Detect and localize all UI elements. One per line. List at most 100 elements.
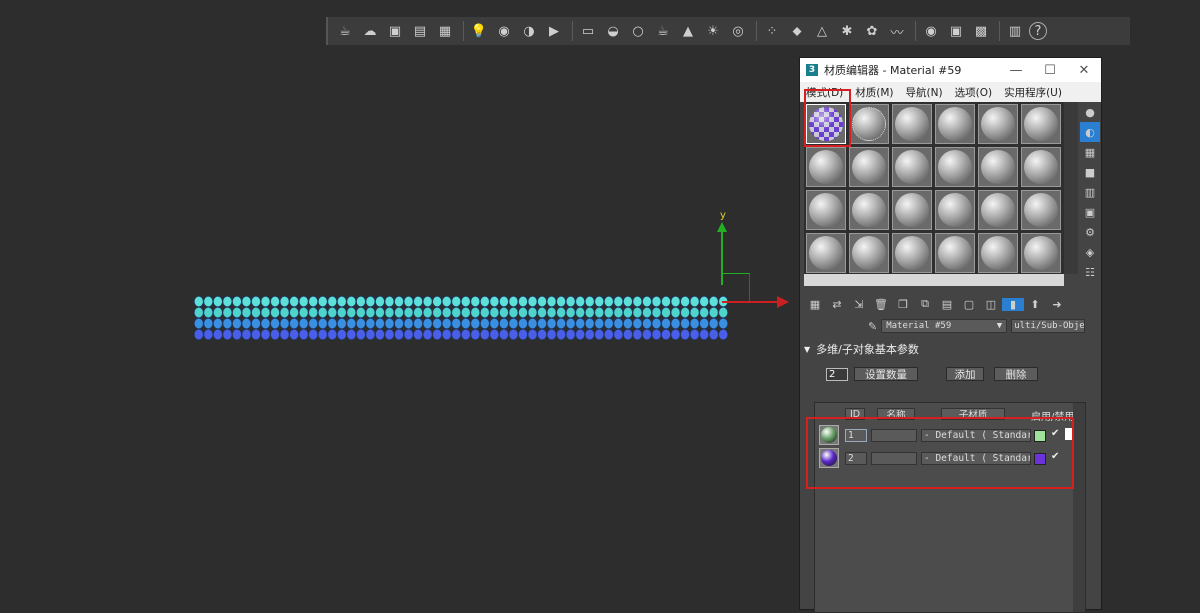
bead xyxy=(194,317,204,329)
geometry-icon[interactable]: △ xyxy=(811,20,833,42)
sample-slot[interactable] xyxy=(1021,233,1061,273)
sample-slot[interactable] xyxy=(935,233,975,273)
gear-icon[interactable]: ✱ xyxy=(836,20,858,42)
eyedropper-icon[interactable]: ✎ xyxy=(868,320,877,333)
menu-utilities[interactable]: 实用程序(U) xyxy=(998,85,1068,100)
slots-vertical-scrollbar[interactable] xyxy=(1064,102,1078,274)
reset-map-icon[interactable]: 🗑 xyxy=(870,298,892,311)
sample-uv-icon[interactable]: ■ xyxy=(1080,162,1100,182)
sample-slot[interactable] xyxy=(892,104,932,144)
make-unique-icon[interactable]: ⧉ xyxy=(914,297,936,311)
list-scrollbar[interactable] xyxy=(1073,403,1085,612)
box-icon[interactable]: ▭ xyxy=(577,20,599,42)
assign-to-selection-icon[interactable]: ⇲ xyxy=(848,298,870,311)
sample-slot[interactable] xyxy=(849,233,889,273)
particles-icon[interactable]: ⁘ xyxy=(761,20,783,42)
help-icon[interactable]: ? xyxy=(1029,22,1047,40)
bead xyxy=(470,296,481,307)
video-icon[interactable]: ▶ xyxy=(543,20,565,42)
sample-slot[interactable] xyxy=(892,147,932,187)
sample-slot[interactable] xyxy=(849,147,889,187)
sample-slot[interactable] xyxy=(935,147,975,187)
menu-navigation[interactable]: 导航(N) xyxy=(900,85,949,100)
copy-material-icon[interactable]: ❐ xyxy=(892,298,914,311)
utility-icon[interactable]: ▥ xyxy=(1004,20,1026,42)
set-number-button[interactable]: 设置数量 xyxy=(854,367,918,381)
torus-icon[interactable]: ◎ xyxy=(727,20,749,42)
bead-array-object[interactable] xyxy=(194,296,728,340)
put-to-scene-icon[interactable]: ⇄ xyxy=(826,298,848,311)
dome-icon[interactable]: ◒ xyxy=(602,20,624,42)
sample-slot[interactable] xyxy=(849,104,889,144)
sample-slot[interactable] xyxy=(892,190,932,230)
sample-slot[interactable] xyxy=(1021,190,1061,230)
camera-icon[interactable]: ◉ xyxy=(493,20,515,42)
sample-slot[interactable] xyxy=(978,147,1018,187)
menu-options[interactable]: 选项(O) xyxy=(949,85,998,100)
dynamics-icon[interactable]: ⬥ xyxy=(786,20,808,42)
sample-slot[interactable] xyxy=(978,233,1018,273)
minimize-button[interactable]: — xyxy=(999,63,1033,78)
sample-slot[interactable] xyxy=(978,104,1018,144)
transform-gizmo-x-axis[interactable] xyxy=(722,301,777,303)
bead xyxy=(279,328,290,340)
background-checker-icon[interactable]: ▦ xyxy=(1080,142,1100,162)
sample-slot[interactable] xyxy=(935,104,975,144)
material-id-channel-icon[interactable]: ▢ xyxy=(958,298,980,311)
sample-slot[interactable] xyxy=(806,190,846,230)
backlight-icon[interactable]: ◐ xyxy=(1080,122,1100,142)
close-button[interactable]: ✕ xyxy=(1067,63,1101,78)
menu-material[interactable]: 材质(M) xyxy=(849,85,899,100)
sample-slot[interactable] xyxy=(1021,104,1061,144)
sample-slot[interactable] xyxy=(849,190,889,230)
add-button[interactable]: 添加 xyxy=(946,367,984,381)
sample-slot[interactable] xyxy=(935,190,975,230)
rollout-collapse-icon: ▼ xyxy=(804,344,811,354)
go-to-parent-icon[interactable]: ⬆ xyxy=(1024,298,1046,311)
bead xyxy=(298,296,309,307)
display-icon[interactable]: ▩ xyxy=(970,20,992,42)
sample-slot[interactable] xyxy=(892,233,932,273)
put-to-library-icon[interactable]: ▤ xyxy=(936,298,958,311)
get-material-icon[interactable]: ▦ xyxy=(804,298,826,311)
show-shaded-icon[interactable]: ◫ xyxy=(980,298,1002,311)
transform-gizmo-y-axis[interactable] xyxy=(721,225,723,285)
render-frame-icon[interactable]: ▣ xyxy=(384,20,406,42)
sun-icon[interactable]: ☀ xyxy=(702,20,724,42)
sample-slot[interactable] xyxy=(978,190,1018,230)
teapot-icon[interactable]: ☕ xyxy=(334,20,356,42)
light-icon[interactable]: 💡 xyxy=(468,20,490,42)
make-preview-icon[interactable]: ▣ xyxy=(1080,202,1100,222)
material-map-navigator-icon[interactable]: ☷ xyxy=(1080,262,1100,282)
slots-horizontal-scrollbar[interactable] xyxy=(804,274,1064,286)
material-type-button[interactable]: ulti/Sub-Object xyxy=(1011,319,1086,333)
cone-icon[interactable]: ▲ xyxy=(677,20,699,42)
rollout-header[interactable]: ▼ 多维/子对象基本参数 xyxy=(804,340,1094,358)
sample-type-icon[interactable]: ● xyxy=(1080,102,1100,122)
select-by-material-icon[interactable]: ◈ xyxy=(1080,242,1100,262)
plant-icon[interactable]: ✿ xyxy=(861,20,883,42)
sample-slot[interactable] xyxy=(1021,147,1061,187)
teapot-small-icon[interactable]: ☕ xyxy=(652,20,674,42)
render-window-icon[interactable]: ▦ xyxy=(434,20,456,42)
go-forward-icon[interactable]: ➜ xyxy=(1046,298,1068,311)
material-name-dropdown[interactable]: Material #59 ▼ xyxy=(881,319,1008,333)
bead xyxy=(289,317,299,329)
transform-gizmo-plane[interactable] xyxy=(723,273,750,302)
sample-slot[interactable] xyxy=(806,233,846,273)
helper-icon[interactable]: ◑ xyxy=(518,20,540,42)
sphere-icon[interactable]: ○ xyxy=(627,20,649,42)
maximize-button[interactable]: ☐ xyxy=(1033,63,1067,78)
scene-icon[interactable]: ▣ xyxy=(945,20,967,42)
options-icon[interactable]: ⚙ xyxy=(1080,222,1100,242)
sub-material-count-input[interactable]: 2 xyxy=(826,368,848,381)
delete-button[interactable]: 删除 xyxy=(994,367,1038,381)
render-setup-icon[interactable]: ▤ xyxy=(409,20,431,42)
cloud-icon[interactable]: ☁ xyxy=(359,20,381,42)
show-end-result-icon[interactable]: ▮ xyxy=(1002,297,1024,311)
video-color-check-icon[interactable]: ▥ xyxy=(1080,182,1100,202)
editor-titlebar[interactable]: 3 材质编辑器 - Material #59 — ☐ ✕ xyxy=(800,58,1101,82)
sample-slot[interactable] xyxy=(806,147,846,187)
hair-icon[interactable]: 〰 xyxy=(886,20,908,42)
material-ball-icon[interactable]: ◉ xyxy=(920,20,942,42)
